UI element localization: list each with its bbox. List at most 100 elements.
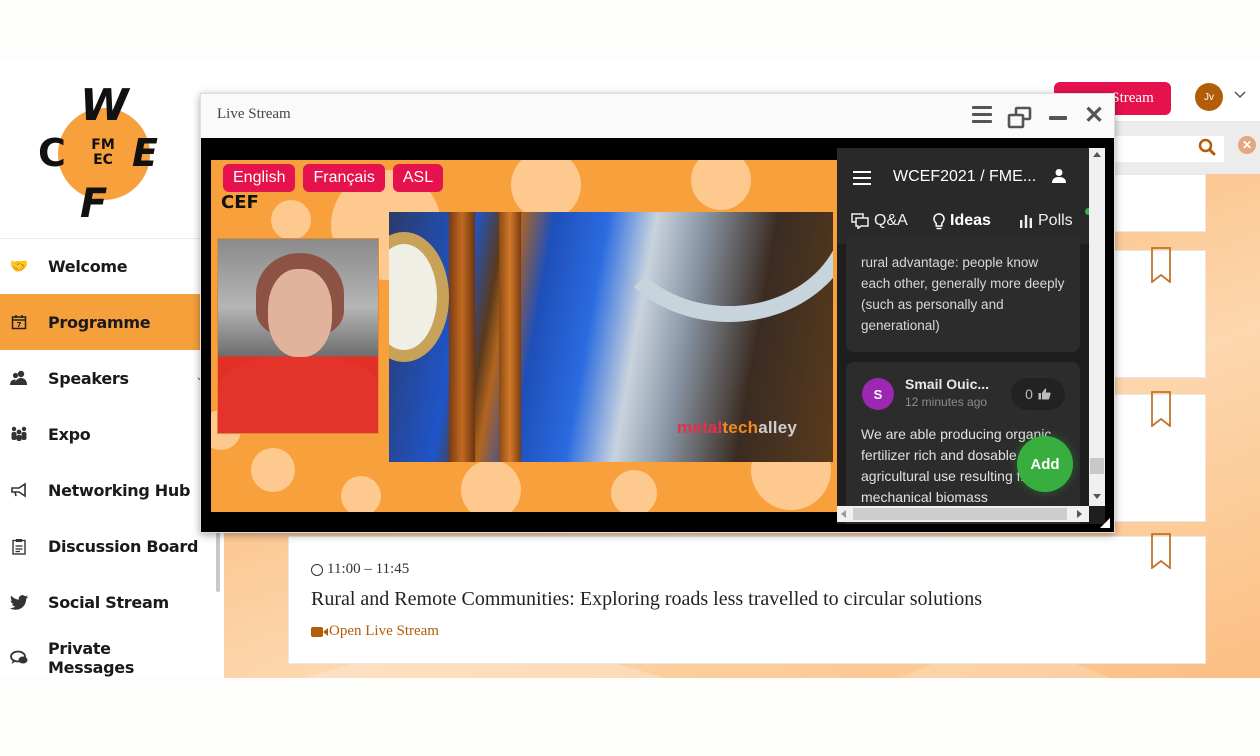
bar-chart-icon <box>1020 215 1032 228</box>
logo-center-line1: FM <box>91 137 115 153</box>
user-icon[interactable] <box>1051 168 1067 184</box>
group-icon <box>10 425 28 443</box>
logo-letter-f: F <box>80 181 108 227</box>
author-initial: S <box>873 386 883 402</box>
upvote-button[interactable]: 0 <box>1011 378 1065 410</box>
background-dot <box>691 160 751 210</box>
metaltechalley-brand: metaltechalley <box>677 418 797 438</box>
restore-window-icon[interactable] <box>1007 106 1033 130</box>
event-title: WCEF2021 / FME... <box>893 168 1037 185</box>
session-time: 11:00 – 11:45 <box>311 561 409 578</box>
logo-center: FM EC <box>84 138 122 168</box>
author-avatar: S <box>862 378 894 410</box>
vote-count: 0 <box>1025 386 1033 402</box>
logo-letter-e: E <box>132 131 158 175</box>
language-french-button[interactable]: Français <box>303 164 385 192</box>
bookmark-icon[interactable] <box>1151 533 1171 569</box>
twitter-icon <box>10 593 28 611</box>
background-dot <box>341 476 381 512</box>
video-camera-icon <box>311 626 328 637</box>
brand-part: metal <box>677 418 723 437</box>
tab-polls-label: Polls <box>1038 212 1073 229</box>
author-name: Smail Ouic... <box>905 376 990 392</box>
tab-ideas-label: Ideas <box>950 212 991 229</box>
avatar-initials: Jv <box>1204 91 1214 103</box>
menu-icon[interactable] <box>972 106 992 127</box>
sidebar-item-social-stream[interactable]: Social Stream <box>0 574 200 630</box>
language-english-button[interactable]: English <box>223 164 296 192</box>
megaphone-icon <box>10 481 28 499</box>
scrollbar-thumb[interactable] <box>1090 458 1104 474</box>
sidebar-item-private-messages[interactable]: Private Messages <box>0 630 200 686</box>
video-detail <box>449 212 475 462</box>
scroll-down-arrow[interactable] <box>1093 494 1101 499</box>
sidebar-item-expo[interactable]: Expo <box>0 406 200 462</box>
sidebar-item-label: Social Stream <box>48 592 169 612</box>
thumbs-up-icon <box>1038 388 1051 400</box>
clock-icon <box>311 563 323 576</box>
resize-handle[interactable] <box>1100 518 1110 528</box>
scroll-up-arrow[interactable] <box>1093 152 1101 157</box>
calendar-icon: 7 <box>10 313 28 331</box>
hamburger-menu-icon[interactable] <box>853 171 871 189</box>
sidebar-nav: 🤝 Welcome 7 Programme Speakers ⌄ <box>0 238 204 686</box>
chat-icon <box>10 649 28 667</box>
live-stream-window: Live Stream ✕ English Français ASL CEF m… <box>200 93 1115 533</box>
lightbulb-icon <box>933 212 945 229</box>
video-logo-text: CEF <box>221 192 259 213</box>
logo-letter-c: C <box>38 131 66 175</box>
sidebar-scrollbar[interactable] <box>216 528 220 592</box>
background-dot <box>511 160 581 220</box>
wcef-logo[interactable]: W C E F FM EC <box>36 84 176 227</box>
tab-polls[interactable]: Polls <box>1019 212 1073 230</box>
video-detail <box>599 212 833 322</box>
sidebar-item-welcome[interactable]: 🤝 Welcome <box>0 238 200 294</box>
chevron-down-icon[interactable] <box>1234 88 1246 102</box>
svg-text:7: 7 <box>17 321 22 329</box>
user-avatar[interactable]: Jv <box>1195 83 1223 111</box>
session-title: Rural and Remote Communities: Exploring … <box>311 588 982 610</box>
horizontal-scrollbar[interactable] <box>837 506 1089 522</box>
page: W C E F FM EC 🤝 Welcome 7 Programme Spea… <box>0 0 1260 756</box>
close-icon[interactable]: ✕ <box>1084 104 1104 128</box>
background-dot <box>251 448 295 492</box>
idea-timestamp: 12 minutes ago <box>905 395 988 409</box>
users-icon <box>10 369 28 387</box>
clipboard-icon <box>10 537 28 555</box>
scroll-left-arrow[interactable] <box>841 510 846 518</box>
live-stream-player: English Français ASL CEF metaltechalley … <box>201 138 1114 532</box>
sidebar: W C E F FM EC 🤝 Welcome 7 Programme Spea… <box>0 60 224 678</box>
brand-part: tech <box>722 418 759 437</box>
open-live-stream-link[interactable]: Open Live Stream <box>311 623 439 640</box>
add-idea-button[interactable]: Add <box>1017 436 1073 492</box>
ideas-panel: WCEF2021 / FME... Q&A Ideas Polls rural … <box>837 148 1105 524</box>
sidebar-item-label: Discussion Board <box>48 536 199 556</box>
vertical-scrollbar[interactable] <box>1089 148 1105 506</box>
sidebar-item-networking-hub[interactable]: Networking Hub <box>0 462 200 518</box>
search-icon[interactable] <box>1198 138 1216 161</box>
live-stream-button-label: Stream <box>1111 90 1154 106</box>
handshake-icon: 🤝 <box>9 258 29 275</box>
background-dot <box>271 200 311 240</box>
industrial-video: metaltechalley <box>389 212 833 462</box>
tab-qa[interactable]: Q&A <box>851 212 908 230</box>
tab-ideas[interactable]: Ideas <box>933 212 991 230</box>
scroll-right-arrow[interactable] <box>1077 510 1082 518</box>
sidebar-item-label: Welcome <box>48 256 128 276</box>
bookmark-icon[interactable] <box>1151 391 1171 427</box>
sidebar-item-programme[interactable]: 7 Programme <box>0 294 200 350</box>
background-dot <box>611 470 657 512</box>
bookmark-icon[interactable] <box>1151 247 1171 283</box>
live-stream-window-title: Live Stream <box>217 106 291 122</box>
clear-search-icon[interactable]: ✕ <box>1238 136 1256 154</box>
sidebar-item-label: Private Messages <box>48 639 135 677</box>
scrollbar-thumb[interactable] <box>853 508 1067 520</box>
speaker-body <box>218 357 378 433</box>
language-asl-button[interactable]: ASL <box>392 164 444 192</box>
speaker-face <box>268 269 332 357</box>
minimize-icon[interactable] <box>1049 116 1067 120</box>
session-time-text: 11:00 – 11:45 <box>327 561 410 577</box>
sidebar-item-speakers[interactable]: Speakers ⌄ <box>0 350 204 406</box>
sidebar-item-discussion-board[interactable]: Discussion Board <box>0 518 200 574</box>
video-frame[interactable]: English Français ASL CEF metaltechalley <box>211 160 837 512</box>
